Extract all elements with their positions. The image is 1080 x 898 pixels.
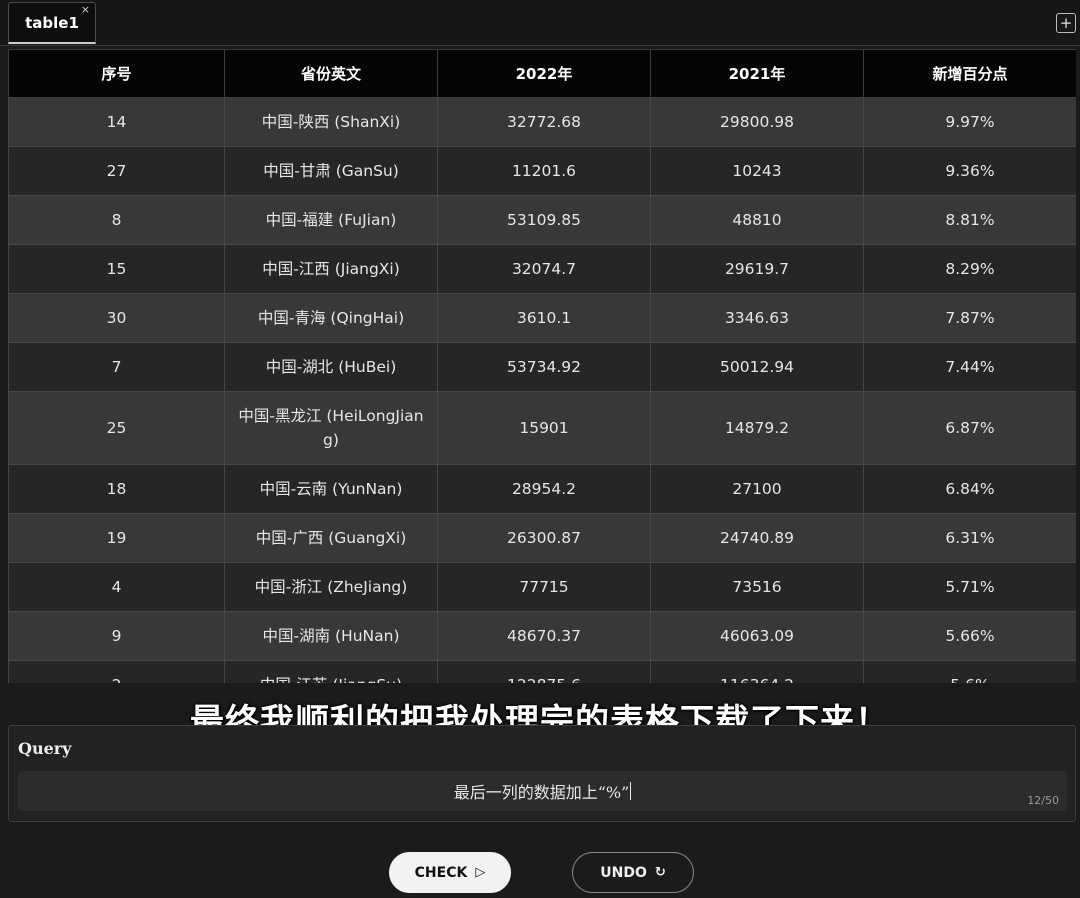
query-label: Query <box>18 739 72 758</box>
table-cell[interactable]: 29800.98 <box>650 97 864 147</box>
table-cell[interactable]: 8.81% <box>863 195 1076 245</box>
table-cell[interactable]: 5.71% <box>863 562 1076 612</box>
table-cell[interactable]: 7.87% <box>863 293 1076 343</box>
tab-label: table1 <box>25 13 79 32</box>
query-input[interactable]: 最后一列的数据加上“%” 12/50 <box>18 771 1067 811</box>
table-row: 14 中国-陕西 (ShanXi) 32772.68 29800.98 9.97… <box>8 97 1076 147</box>
table-cell[interactable]: 29619.7 <box>650 244 864 294</box>
table-cell[interactable]: 14 <box>8 97 225 147</box>
table-row: 18 中国-云南 (YunNan) 28954.2 27100 6.84% <box>8 464 1076 514</box>
table-cell[interactable]: 27 <box>8 146 225 196</box>
table-cell[interactable]: 53734.92 <box>437 342 651 392</box>
table-cell[interactable]: 8.29% <box>863 244 1076 294</box>
table-cell[interactable]: 中国-江西 (JiangXi) <box>224 244 438 294</box>
char-count: 12/50 <box>1027 794 1059 807</box>
data-table: 序号 省份英文 2022年 2021年 新增百分点 14 中国-陕西 (Shan… <box>8 49 1076 683</box>
table-cell[interactable]: 3346.63 <box>650 293 864 343</box>
table-row: 25 中国-黑龙江 (HeiLongJiang) 15901 14879.2 6… <box>8 391 1076 465</box>
table-cell[interactable]: 14879.2 <box>650 391 864 465</box>
table-cell[interactable]: 中国-甘肃 (GanSu) <box>224 146 438 196</box>
table-row: 9 中国-湖南 (HuNan) 48670.37 46063.09 5.66% <box>8 611 1076 661</box>
table-cell[interactable]: 18 <box>8 464 225 514</box>
table-cell[interactable]: 8 <box>8 195 225 245</box>
table-cell[interactable]: 中国-陕西 (ShanXi) <box>224 97 438 147</box>
table-cell[interactable]: 19 <box>8 513 225 563</box>
table-cell[interactable]: 中国-湖北 (HuBei) <box>224 342 438 392</box>
table-cell[interactable]: 15901 <box>437 391 651 465</box>
table-cell[interactable]: 46063.09 <box>650 611 864 661</box>
table-cell[interactable]: 中国-广西 (GuangXi) <box>224 513 438 563</box>
table-cell[interactable]: 6.31% <box>863 513 1076 563</box>
check-button-label: CHECK <box>414 864 468 881</box>
table-cell[interactable]: 3610.1 <box>437 293 651 343</box>
table-row: 2 中国-江苏 (JiangSu) 122875.6 116364.2 5.6% <box>8 660 1076 683</box>
table-cell[interactable]: 9.97% <box>863 97 1076 147</box>
table-cell[interactable]: 48810 <box>650 195 864 245</box>
table-cell[interactable]: 32074.7 <box>437 244 651 294</box>
close-icon[interactable]: × <box>81 4 90 16</box>
table-cell[interactable]: 7 <box>8 342 225 392</box>
table-cell[interactable]: 48670.37 <box>437 611 651 661</box>
table-row: 4 中国-浙江 (ZheJiang) 77715 73516 5.71% <box>8 562 1076 612</box>
table-cell[interactable]: 中国-湖南 (HuNan) <box>224 611 438 661</box>
tab-bar: table1 × + <box>0 0 1080 46</box>
table-cell[interactable]: 中国-江苏 (JiangSu) <box>224 660 438 683</box>
column-header-province[interactable]: 省份英文 <box>224 49 438 98</box>
data-table-container[interactable]: 序号 省份英文 2022年 2021年 新增百分点 14 中国-陕西 (Shan… <box>8 49 1076 683</box>
table-header-row: 序号 省份英文 2022年 2021年 新增百分点 <box>8 49 1076 98</box>
app-window: table1 × + 序号 省份英文 2022年 2021年 新增百分点 14 … <box>0 0 1080 898</box>
tab-table1[interactable]: table1 × <box>8 2 96 44</box>
table-cell[interactable]: 中国-福建 (FuJian) <box>224 195 438 245</box>
table-cell[interactable]: 10243 <box>650 146 864 196</box>
table-cell[interactable]: 5.66% <box>863 611 1076 661</box>
table-row: 8 中国-福建 (FuJian) 53109.85 48810 8.81% <box>8 195 1076 245</box>
table-row: 27 中国-甘肃 (GanSu) 11201.6 10243 9.36% <box>8 146 1076 196</box>
table-cell[interactable]: 24740.89 <box>650 513 864 563</box>
table-cell[interactable]: 30 <box>8 293 225 343</box>
column-header-2021[interactable]: 2021年 <box>650 49 864 98</box>
check-button[interactable]: CHECK ▷ <box>389 852 511 893</box>
table-cell[interactable]: 73516 <box>650 562 864 612</box>
table-cell[interactable]: 9 <box>8 611 225 661</box>
table-row: 7 中国-湖北 (HuBei) 53734.92 50012.94 7.44% <box>8 342 1076 392</box>
table-cell[interactable]: 9.36% <box>863 146 1076 196</box>
table-row: 30 中国-青海 (QingHai) 3610.1 3346.63 7.87% <box>8 293 1076 343</box>
table-cell[interactable]: 77715 <box>437 562 651 612</box>
table-cell[interactable]: 50012.94 <box>650 342 864 392</box>
table-cell[interactable]: 中国-黑龙江 (HeiLongJiang) <box>224 391 438 465</box>
table-cell[interactable]: 4 <box>8 562 225 612</box>
table-cell[interactable]: 中国-青海 (QingHai) <box>224 293 438 343</box>
table-cell[interactable]: 32772.68 <box>437 97 651 147</box>
table-cell[interactable]: 2 <box>8 660 225 683</box>
table-row: 15 中国-江西 (JiangXi) 32074.7 29619.7 8.29% <box>8 244 1076 294</box>
table-cell[interactable]: 中国-浙江 (ZheJiang) <box>224 562 438 612</box>
table-cell[interactable]: 27100 <box>650 464 864 514</box>
undo-icon: ↻ <box>654 865 666 880</box>
table-cell[interactable]: 116364.2 <box>650 660 864 683</box>
play-icon: ▷ <box>475 865 486 880</box>
table-cell[interactable]: 11201.6 <box>437 146 651 196</box>
table-cell[interactable]: 28954.2 <box>437 464 651 514</box>
query-input-text: 最后一列的数据加上“%” <box>453 783 630 802</box>
undo-button[interactable]: UNDO ↻ <box>572 852 694 893</box>
add-tab-button[interactable]: + <box>1056 13 1076 33</box>
table-cell[interactable]: 25 <box>8 391 225 465</box>
table-cell[interactable]: 53109.85 <box>437 195 651 245</box>
column-header-2022[interactable]: 2022年 <box>437 49 651 98</box>
table-cell[interactable]: 5.6% <box>863 660 1076 683</box>
table-cell[interactable]: 6.84% <box>863 464 1076 514</box>
table-cell[interactable]: 中国-云南 (YunNan) <box>224 464 438 514</box>
query-panel: Query 最后一列的数据加上“%” 12/50 <box>8 725 1076 822</box>
table-cell[interactable]: 6.87% <box>863 391 1076 465</box>
table-cell[interactable]: 26300.87 <box>437 513 651 563</box>
text-caret <box>630 782 632 800</box>
table-cell[interactable]: 15 <box>8 244 225 294</box>
table-row: 19 中国-广西 (GuangXi) 26300.87 24740.89 6.3… <box>8 513 1076 563</box>
column-header-growth[interactable]: 新增百分点 <box>863 49 1076 98</box>
table-cell[interactable]: 7.44% <box>863 342 1076 392</box>
table-cell[interactable]: 122875.6 <box>437 660 651 683</box>
column-header-index[interactable]: 序号 <box>8 49 225 98</box>
undo-button-label: UNDO <box>600 864 647 881</box>
